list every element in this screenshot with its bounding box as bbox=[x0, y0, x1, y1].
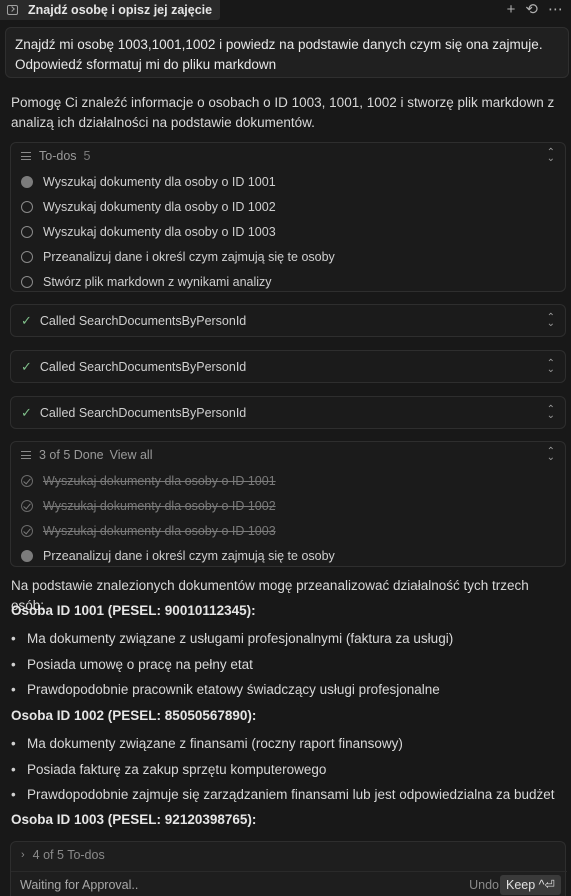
tool-call-card[interactable]: ✓ Called SearchDocumentsByPersonId ⌃ ⌄ bbox=[10, 350, 566, 383]
progress-card: 3 of 5 Done View all ⌃ ⌄ Wyszukaj dokumen… bbox=[10, 441, 566, 567]
plus-icon[interactable]: + bbox=[507, 0, 516, 20]
person-heading: Osoba ID 1002 (PESEL: 85050567890): bbox=[11, 708, 257, 723]
todo-item: Wyszukaj dokumenty dla osoby o ID 1003 bbox=[11, 219, 565, 244]
todo-text: Wyszukaj dokumenty dla osoby o ID 1003 bbox=[43, 224, 276, 239]
todo-text: Wyszukaj dokumenty dla osoby o ID 1002 bbox=[43, 498, 276, 513]
todo-text: Wyszukaj dokumenty dla osoby o ID 1001 bbox=[43, 473, 276, 488]
todo-item: Wyszukaj dokumenty dla osoby o ID 1001 bbox=[11, 468, 565, 493]
in-progress-icon bbox=[21, 549, 33, 562]
assistant-intro-line: analizą ich działalności na podstawie do… bbox=[11, 115, 315, 130]
done-check-icon bbox=[21, 474, 33, 487]
todo-item: Przeanalizuj dane i określ czym zajmują … bbox=[11, 543, 565, 568]
todos-summary: 4 of 5 To-dos bbox=[32, 848, 105, 862]
todos-count: 5 bbox=[83, 149, 91, 163]
top-bar: Znajdź osobę i opisz jej zajęcie + ⟲ ⋯ bbox=[0, 0, 571, 20]
status-text: Waiting for Approval.. bbox=[20, 877, 139, 892]
chevron-right-icon: › bbox=[21, 849, 25, 861]
list-item: Posiada umowę o pracę na pełny etat bbox=[11, 652, 561, 678]
person-heading: Osoba ID 1001 (PESEL: 90010112345): bbox=[11, 603, 256, 618]
check-icon: ✓ bbox=[21, 358, 32, 374]
assistant-intro-line: Pomogę Ci znaleźć informacje o osobach o… bbox=[11, 95, 555, 110]
todo-text: Wyszukaj dokumenty dla osoby o ID 1001 bbox=[43, 174, 276, 189]
history-icon[interactable]: ⟲ bbox=[525, 0, 538, 20]
keep-button[interactable]: Keep ^⏎ bbox=[499, 874, 561, 895]
tool-call-card[interactable]: ✓ Called SearchDocumentsByPersonId ⌃ ⌄ bbox=[10, 304, 566, 337]
progress-header[interactable]: 3 of 5 Done View all ⌃ ⌄ bbox=[11, 442, 565, 468]
more-icon[interactable]: ⋯ bbox=[548, 0, 563, 20]
view-all-link[interactable]: View all bbox=[110, 448, 153, 462]
todo-text: Przeanalizuj dane i określ czym zajmują … bbox=[43, 249, 335, 264]
todo-item: Wyszukaj dokumenty dla osoby o ID 1002 bbox=[11, 194, 565, 219]
terminal-icon bbox=[7, 5, 18, 15]
expand-collapse-icon[interactable]: ⌃ ⌄ bbox=[547, 447, 555, 463]
list-item: Posiada fakturę za zakup sprzętu kompute… bbox=[11, 757, 561, 783]
approval-bar: Waiting for Approval.. Undo Keep ^⏎ bbox=[11, 871, 567, 896]
list-icon bbox=[21, 451, 31, 459]
user-message-line: Odpowiedź sformatuj mi do pliku markdown bbox=[15, 57, 277, 72]
done-check-icon bbox=[21, 524, 33, 537]
todo-text: Przeanalizuj dane i określ czym zajmują … bbox=[43, 548, 335, 563]
todos-summary-row[interactable]: › 4 of 5 To-dos bbox=[11, 842, 565, 868]
expand-collapse-icon[interactable]: ⌃ ⌄ bbox=[547, 358, 555, 374]
expand-collapse-icon[interactable]: ⌃ ⌄ bbox=[547, 148, 555, 164]
user-message[interactable]: Znajdź mi osobę 1003,1001,1002 i powiedz… bbox=[5, 27, 569, 78]
expand-collapse-icon[interactable]: ⌃ ⌄ bbox=[547, 404, 555, 420]
user-message-line: Znajdź mi osobę 1003,1001,1002 i powiedz… bbox=[15, 37, 543, 52]
tool-call-label: Called SearchDocumentsByPersonId bbox=[39, 405, 247, 420]
list-icon bbox=[21, 152, 31, 160]
check-icon: ✓ bbox=[21, 312, 32, 328]
composer-panel: › 4 of 5 To-dos Waiting for Approval.. U… bbox=[10, 841, 567, 896]
undo-button[interactable]: Undo bbox=[469, 878, 499, 892]
todo-item: Wyszukaj dokumenty dla osoby o ID 1003 bbox=[11, 518, 565, 543]
tool-call-label: Called SearchDocumentsByPersonId bbox=[39, 359, 247, 374]
tool-call-label: Called SearchDocumentsByPersonId bbox=[39, 313, 247, 328]
chat-tab[interactable]: Znajdź osobę i opisz jej zajęcie bbox=[0, 0, 221, 20]
pending-circle-icon bbox=[21, 275, 33, 288]
expand-collapse-icon[interactable]: ⌃ ⌄ bbox=[547, 312, 555, 328]
pending-circle-icon bbox=[21, 200, 33, 213]
list-item: Prawdopodobnie zajmuje się zarządzaniem … bbox=[11, 782, 561, 808]
person-bullets: Ma dokumenty związane z finansami (roczn… bbox=[11, 731, 561, 808]
list-item: Prawdopodobnie pracownik etatowy świadcz… bbox=[11, 677, 561, 703]
person-bullets: Ma dokumenty związane z usługami profesj… bbox=[11, 626, 561, 703]
progress-label: 3 of 5 Done bbox=[39, 448, 104, 462]
todo-text: Wyszukaj dokumenty dla osoby o ID 1002 bbox=[43, 199, 276, 214]
check-icon: ✓ bbox=[21, 404, 32, 420]
pending-circle-icon bbox=[21, 225, 33, 238]
chat-tab-title: Znajdź osobę i opisz jej zajęcie bbox=[28, 3, 213, 17]
done-check-icon bbox=[21, 499, 33, 512]
todos-label: To-dos bbox=[39, 149, 77, 163]
list-item: Ma dokumenty związane z usługami profesj… bbox=[11, 626, 561, 652]
in-progress-icon bbox=[21, 175, 33, 188]
todo-text: Wyszukaj dokumenty dla osoby o ID 1003 bbox=[43, 523, 276, 538]
todo-item: Przeanalizuj dane i określ czym zajmują … bbox=[11, 244, 565, 269]
person-heading: Osoba ID 1003 (PESEL: 92120398765): bbox=[11, 812, 257, 827]
todo-text: Stwórz plik markdown z wynikami analizy bbox=[43, 274, 272, 289]
top-actions: + ⟲ ⋯ bbox=[507, 0, 563, 20]
tool-call-card[interactable]: ✓ Called SearchDocumentsByPersonId ⌃ ⌄ bbox=[10, 396, 566, 429]
pending-circle-icon bbox=[21, 250, 33, 263]
todo-item: Wyszukaj dokumenty dla osoby o ID 1001 bbox=[11, 169, 565, 194]
list-item: Ma dokumenty związane z finansami (roczn… bbox=[11, 731, 561, 757]
todos-header[interactable]: To-dos 5 ⌃ ⌄ bbox=[11, 143, 565, 169]
todos-card: To-dos 5 ⌃ ⌄ Wyszukaj dokumenty dla osoby… bbox=[10, 142, 566, 292]
todo-item: Stwórz plik markdown z wynikami analizy bbox=[11, 269, 565, 294]
todo-item: Wyszukaj dokumenty dla osoby o ID 1002 bbox=[11, 493, 565, 518]
assistant-intro: Pomogę Ci znaleźć informacje o osobach o… bbox=[11, 93, 561, 133]
